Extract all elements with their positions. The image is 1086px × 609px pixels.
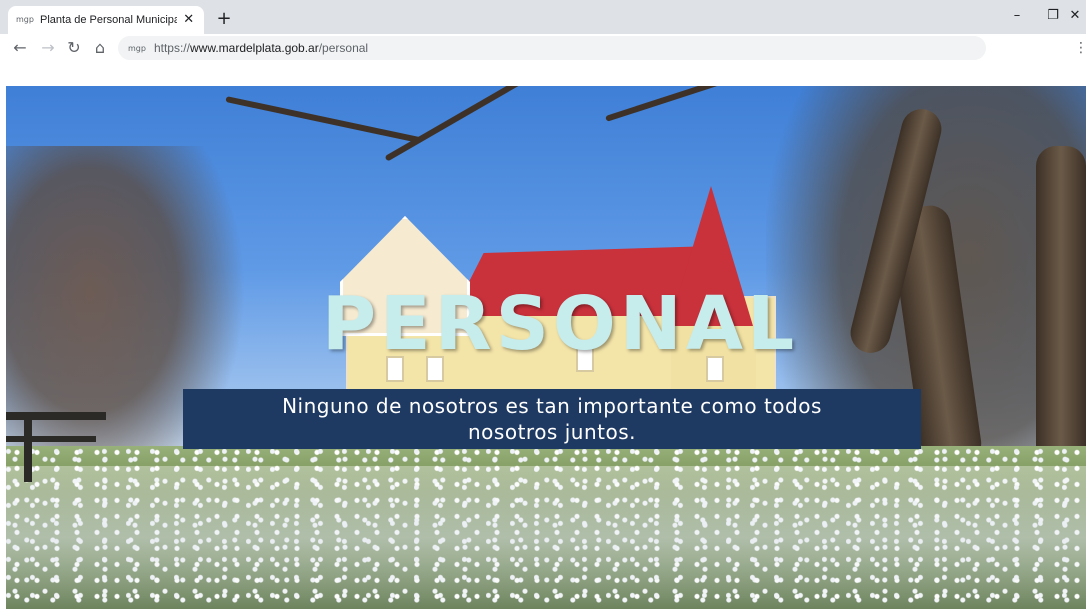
meadow-highlight [6,466,1086,609]
site-favicon-icon: mgp [128,43,146,53]
hero-banner: PERSONAL Ninguno de nosotros es tan impo… [6,86,1086,609]
url-host: www.mardelplata.gob.ar [189,41,319,55]
forward-arrow-icon[interactable]: → [36,36,60,60]
tab-title: Planta de Personal Municipal | Sit [40,14,178,26]
bench-leg [24,420,32,482]
url-scheme: https:// [153,41,190,55]
menu-kebab-icon[interactable]: ⋮ [1074,36,1086,60]
close-window-button[interactable]: ✕ [1064,4,1086,28]
home-icon[interactable]: ⌂ [88,36,112,60]
reload-icon[interactable]: ↻ [62,36,86,60]
new-tab-button[interactable]: + [212,8,236,32]
url-path: /personal [318,41,369,55]
park-bench [6,412,106,482]
url-text: https://www.mardelplata.gob.ar/personal [154,41,368,55]
site-favicon-icon: mgp [16,15,34,24]
browser-tab-active[interactable]: mgp Planta de Personal Municipal | Sit ✕ [8,6,204,34]
bench-top [6,412,106,420]
browser-toolbar: ← → ↻ ⌂ mgp https://www.mardelplata.gob.… [0,34,1086,62]
page-title: PERSONAL [321,281,799,367]
bench-seat [6,436,96,442]
browser-tab-strip: mgp Planta de Personal Municipal | Sit ✕… [0,0,1086,34]
tab-close-icon[interactable]: ✕ [181,12,196,28]
tagline-text: Ninguno de nosotros es tan importante co… [282,394,822,444]
tagline-banner: Ninguno de nosotros es tan importante co… [183,389,921,449]
address-bar[interactable]: mgp https://www.mardelplata.gob.ar/perso… [118,36,986,60]
back-arrow-icon[interactable]: ← [8,36,32,60]
